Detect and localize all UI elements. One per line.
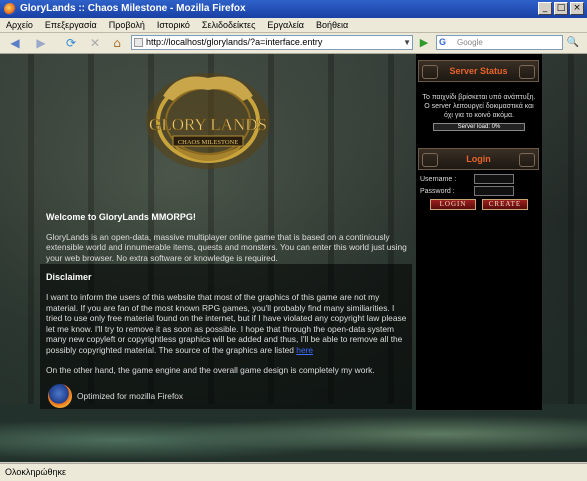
firefox-badge: Optimized for mozilla Firefox [46,384,411,410]
page-icon [134,38,143,47]
search-icon[interactable]: 🔍 [566,36,580,50]
search-input[interactable]: G Google [436,35,563,50]
welcome-title: Welcome to GloryLands MMORPG! [46,212,196,222]
server-status-heading: Server Status [418,60,539,82]
here-link[interactable]: here [296,345,313,355]
main-content: Welcome to GloryLands MMORPG! GloryLands… [46,212,411,410]
username-input[interactable] [474,174,514,184]
home-icon[interactable]: ⌂ [108,36,126,50]
login-button[interactable]: LOGIN [430,199,476,210]
menu-history[interactable]: Ιστορικό [157,20,190,30]
logo-subtitle: CHAOS MILESTONE [178,139,238,146]
menu-file[interactable]: Αρχείο [6,20,33,30]
intro-paragraph: GloryLands is an open-data, massive mult… [46,231,407,263]
url-bar[interactable]: http://localhost/glorylands/?a=interface… [131,35,413,50]
login-heading: Login [418,148,539,170]
create-button[interactable]: CREATE [482,199,528,210]
window-title: GloryLands :: Chaos Milestone - Mozilla … [20,3,246,14]
stop-icon[interactable]: ✕ [86,36,104,50]
window-controls: _ □ × [538,2,584,15]
url-text: http://localhost/glorylands/?a=interface… [146,37,323,47]
server-load-bar: Server load: 0% [433,123,525,131]
window-titlebar: GloryLands :: Chaos Milestone - Mozilla … [0,0,587,18]
server-load-label: Server load: 0% [457,124,501,130]
menu-bookmarks[interactable]: Σελιδοδείκτες [202,20,256,30]
reload-icon[interactable]: ⟳ [62,36,80,50]
search-placeholder: Google [457,38,483,47]
menu-bar: Αρχείο Επεξεργασία Προβολή Ιστορικό Σελιδοδε… [0,18,587,33]
url-dropdown-icon[interactable]: ▼ [403,36,411,49]
page-content: GLORY LANDS CHAOS MILESTONE Welcome to G… [0,54,587,462]
maximize-button[interactable]: □ [554,2,568,15]
status-text: Ολοκληρώθηκε [5,467,67,477]
google-icon[interactable]: G [439,37,451,48]
username-label: Username : [420,176,457,183]
password-input[interactable] [474,186,514,196]
menu-tools[interactable]: Εργαλεία [267,20,304,30]
status-bar: Ολοκληρώθηκε [0,463,587,481]
glorylands-logo: GLORY LANDS CHAOS MILESTONE [146,73,270,169]
password-label: Password : [420,188,455,195]
firefox-icon [4,3,16,15]
close-button[interactable]: × [570,2,584,15]
back-icon[interactable]: ◀ [6,36,24,50]
firefox-text: Optimized for mozilla Firefox [77,391,184,402]
disclaimer-paragraph: I want to inform the users of this websi… [46,292,411,356]
disclaimer-text: I want to inform the users of this websi… [46,291,407,355]
server-status-message: Το παιχνίδι βρίσκεται υπό ανάπτυξη. Ο se… [422,94,536,119]
sidebar: Server Status Το παιχνίδι βρίσκεται υπό … [416,54,542,410]
menu-view[interactable]: Προβολή [109,20,145,30]
navigation-toolbar: ◀ ▶ ⟳ ✕ ⌂ http://localhost/glorylands/?a… [0,33,587,54]
minimize-button[interactable]: _ [538,2,552,15]
disclaimer-title: Disclaimer [46,272,92,283]
firefox-logo-icon [48,384,72,409]
menu-help[interactable]: Βοήθεια [316,20,348,30]
engine-paragraph: On the other hand, the game engine and t… [46,364,375,375]
menu-edit[interactable]: Επεξεργασία [45,20,97,30]
logo-title: GLORY LANDS [149,115,267,134]
forward-icon[interactable]: ▶ [32,36,50,50]
go-icon[interactable]: ▶ [417,36,431,50]
background-trees [0,404,587,462]
